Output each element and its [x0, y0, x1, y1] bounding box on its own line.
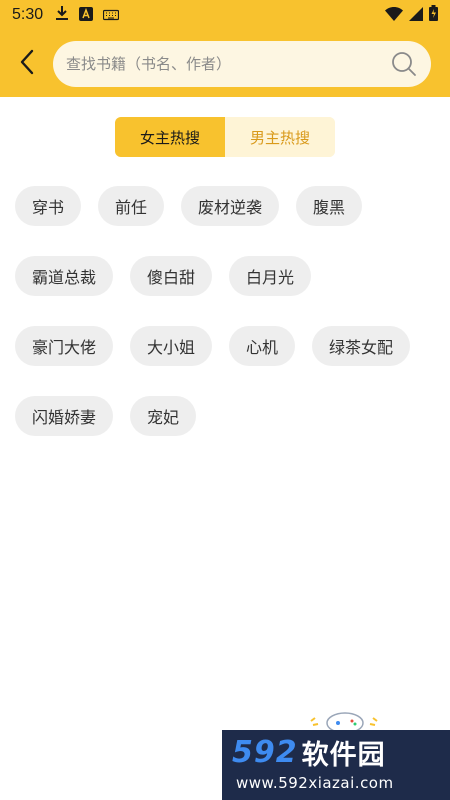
hot-search-tabs: 女主热搜 男主热搜 [115, 117, 335, 157]
search-input[interactable] [66, 49, 391, 79]
tag-chip[interactable]: 大小姐 [130, 326, 213, 366]
tag-chip[interactable]: 霸道总裁 [15, 256, 114, 296]
tag-row: 霸道总裁 傻白甜 白月光 [15, 256, 435, 296]
tag-chip[interactable]: 穿书 [15, 186, 82, 226]
tag-chip[interactable]: 废材逆袭 [181, 186, 280, 226]
tag-chip[interactable]: 前任 [98, 186, 165, 226]
watermark-url: www.592xiazai.com [236, 774, 394, 792]
search-screen: 5:30 查找书籍（书名、作者） 女主热搜 男主热搜 穿书 前任 废材逆袭 腹黑… [0, 0, 450, 800]
status-right-icons [385, 5, 438, 25]
status-time: 5:30 [12, 6, 44, 23]
a-badge-icon [79, 6, 94, 25]
battery-icon [429, 5, 438, 25]
tag-chip[interactable]: 绿茶女配 [312, 326, 411, 366]
tag-row: 豪门大佬 大小姐 心机 绿茶女配 [15, 326, 435, 366]
tag-chip[interactable]: 闪婚娇妻 [15, 396, 114, 436]
wifi-icon [385, 6, 403, 25]
watermark-mascot-icon [305, 703, 385, 734]
search-icon[interactable] [391, 51, 417, 77]
tag-chip[interactable]: 豪门大佬 [15, 326, 114, 366]
tab-female-hot[interactable]: 女主热搜 [115, 117, 225, 157]
tag-chip[interactable]: 心机 [229, 326, 296, 366]
tag-chip[interactable]: 白月光 [229, 256, 312, 296]
chevron-left-icon [19, 49, 35, 79]
watermark-brand: 软件园 [301, 739, 386, 771]
tag-chip[interactable]: 腹黑 [296, 186, 363, 226]
tag-chip[interactable]: 傻白甜 [130, 256, 213, 296]
keyboard-icon [103, 6, 120, 25]
search-bar [53, 41, 431, 87]
tab-male-hot[interactable]: 男主热搜 [225, 117, 335, 157]
back-button[interactable] [10, 47, 44, 81]
watermark-logo: 592 软件园 [232, 733, 442, 771]
status-left-icons [55, 5, 120, 25]
hot-tags: 穿书 前任 废材逆袭 腹黑 霸道总裁 傻白甜 白月光 豪门大佬 大小姐 心机 绿… [15, 186, 435, 466]
download-icon [55, 5, 69, 25]
status-bar: 5:30 [0, 0, 450, 30]
watermark-number: 592 [232, 734, 298, 770]
tag-row: 穿书 前任 废材逆袭 腹黑 [15, 186, 435, 226]
search-header [0, 30, 450, 97]
tag-chip[interactable]: 宠妃 [130, 396, 197, 436]
signal-icon [409, 6, 423, 25]
tag-row: 闪婚娇妻 宠妃 [15, 396, 435, 436]
